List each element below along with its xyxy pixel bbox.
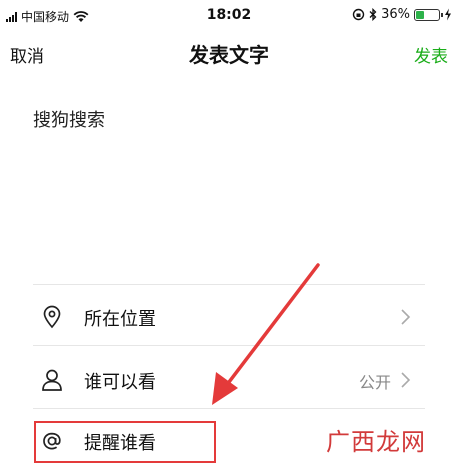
divider xyxy=(33,408,425,409)
location-option[interactable]: 所在位置 xyxy=(33,292,425,342)
charging-bolt-icon xyxy=(445,8,451,21)
watermark: 广西龙网 xyxy=(326,428,426,456)
location-pin-icon xyxy=(43,305,61,329)
rotation-lock-icon xyxy=(352,8,365,21)
post-text-input[interactable]: 搜狗搜索 xyxy=(33,106,105,132)
divider xyxy=(33,345,425,346)
bluetooth-icon xyxy=(369,8,377,21)
page-title: 发表文字 xyxy=(189,43,269,67)
visibility-label: 谁可以看 xyxy=(84,372,156,393)
battery-percent: 36% xyxy=(381,7,410,22)
status-right: 36% xyxy=(352,7,452,22)
person-icon xyxy=(42,369,62,391)
location-label: 所在位置 xyxy=(84,309,156,330)
status-bar: 中国移动 18:02 36% xyxy=(0,0,458,30)
navigation-bar: 取消 发表文字 发表 xyxy=(0,30,458,74)
highlight-box xyxy=(34,421,216,463)
visibility-value: 公开 xyxy=(358,373,391,392)
divider xyxy=(33,284,425,285)
chevron-right-icon xyxy=(401,309,411,325)
battery-icon xyxy=(414,8,443,21)
chevron-right-icon xyxy=(401,372,411,388)
battery-level xyxy=(416,10,424,19)
visibility-option[interactable]: 谁可以看 公开 xyxy=(33,355,425,405)
publish-button[interactable]: 发表 xyxy=(414,42,448,67)
